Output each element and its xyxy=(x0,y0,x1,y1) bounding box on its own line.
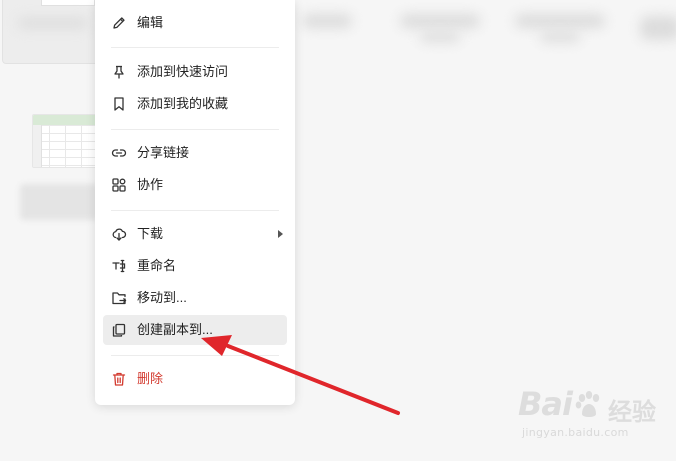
folder-move-icon xyxy=(111,290,127,306)
watermark-suffix: 经验 xyxy=(608,398,656,426)
background-blurred-text xyxy=(400,14,480,28)
bookmark-icon xyxy=(111,96,127,112)
copy-icon xyxy=(111,322,127,338)
menu-item-share-link[interactable]: 分享链接 xyxy=(103,138,287,168)
menu-item-label: 编辑 xyxy=(137,15,164,30)
menu-divider xyxy=(111,210,279,211)
menu-item-label: 分享链接 xyxy=(137,145,190,160)
pin-icon xyxy=(111,64,127,80)
menu-divider xyxy=(111,129,279,130)
watermark-url: jingyan.baidu.com xyxy=(522,426,629,439)
menu-item-label: 下载 xyxy=(137,226,164,241)
menu-divider xyxy=(111,47,279,48)
thumbnail-row-header xyxy=(33,125,42,167)
menu-item-label: 添加到快速访问 xyxy=(137,64,229,79)
menu-item-add-to-favorites[interactable]: 添加到我的收藏 xyxy=(103,89,287,119)
menu-item-add-to-quick-access[interactable]: 添加到快速访问 xyxy=(103,57,287,87)
background-file-card xyxy=(2,0,100,64)
menu-item-edit[interactable]: 编辑 xyxy=(103,8,287,38)
file-context-menu: 编辑 添加到快速访问 添加到我的收藏 分享链接 协作 下载 重命名 移动到...… xyxy=(95,0,295,405)
menu-item-label: 创建副本到... xyxy=(137,322,213,337)
background-card-tab xyxy=(41,0,95,6)
trash-icon xyxy=(111,371,127,387)
background-blurred-text xyxy=(640,16,676,40)
menu-item-download[interactable]: 下载 xyxy=(103,219,287,249)
menu-item-create-copy-to[interactable]: 创建副本到... xyxy=(103,315,287,345)
background-blurred-text xyxy=(540,32,580,42)
paw-logo-icon xyxy=(574,390,604,420)
menu-item-move-to[interactable]: 移动到... xyxy=(103,283,287,313)
link-icon xyxy=(111,145,127,161)
menu-item-collaborate[interactable]: 协作 xyxy=(103,170,287,200)
menu-item-label: 协作 xyxy=(137,177,164,192)
baidu-watermark: Bai 经验 jingyan.baidu.com xyxy=(518,386,668,444)
background-blurred-text xyxy=(420,32,460,42)
thumbnail-grid xyxy=(33,125,97,167)
menu-item-label: 重命名 xyxy=(137,258,177,273)
background-blurred-text xyxy=(302,14,352,28)
background-blurred-text xyxy=(515,14,605,28)
spreadsheet-thumbnail[interactable] xyxy=(32,114,98,168)
rename-icon xyxy=(111,258,127,274)
menu-item-label: 移动到... xyxy=(137,290,187,305)
menu-divider xyxy=(111,355,279,356)
chevron-right-icon xyxy=(278,230,283,238)
menu-item-label: 添加到我的收藏 xyxy=(137,96,229,111)
pencil-icon xyxy=(111,15,127,31)
watermark-brand: Bai xyxy=(518,385,573,423)
background-blurred-text xyxy=(18,18,88,28)
menu-item-delete[interactable]: 删除 xyxy=(103,364,287,394)
cloud-download-icon xyxy=(111,226,127,242)
menu-item-rename[interactable]: 重命名 xyxy=(103,251,287,281)
menu-item-label: 删除 xyxy=(137,371,164,386)
blurred-file-name xyxy=(20,184,100,220)
collaborate-icon xyxy=(111,177,127,193)
